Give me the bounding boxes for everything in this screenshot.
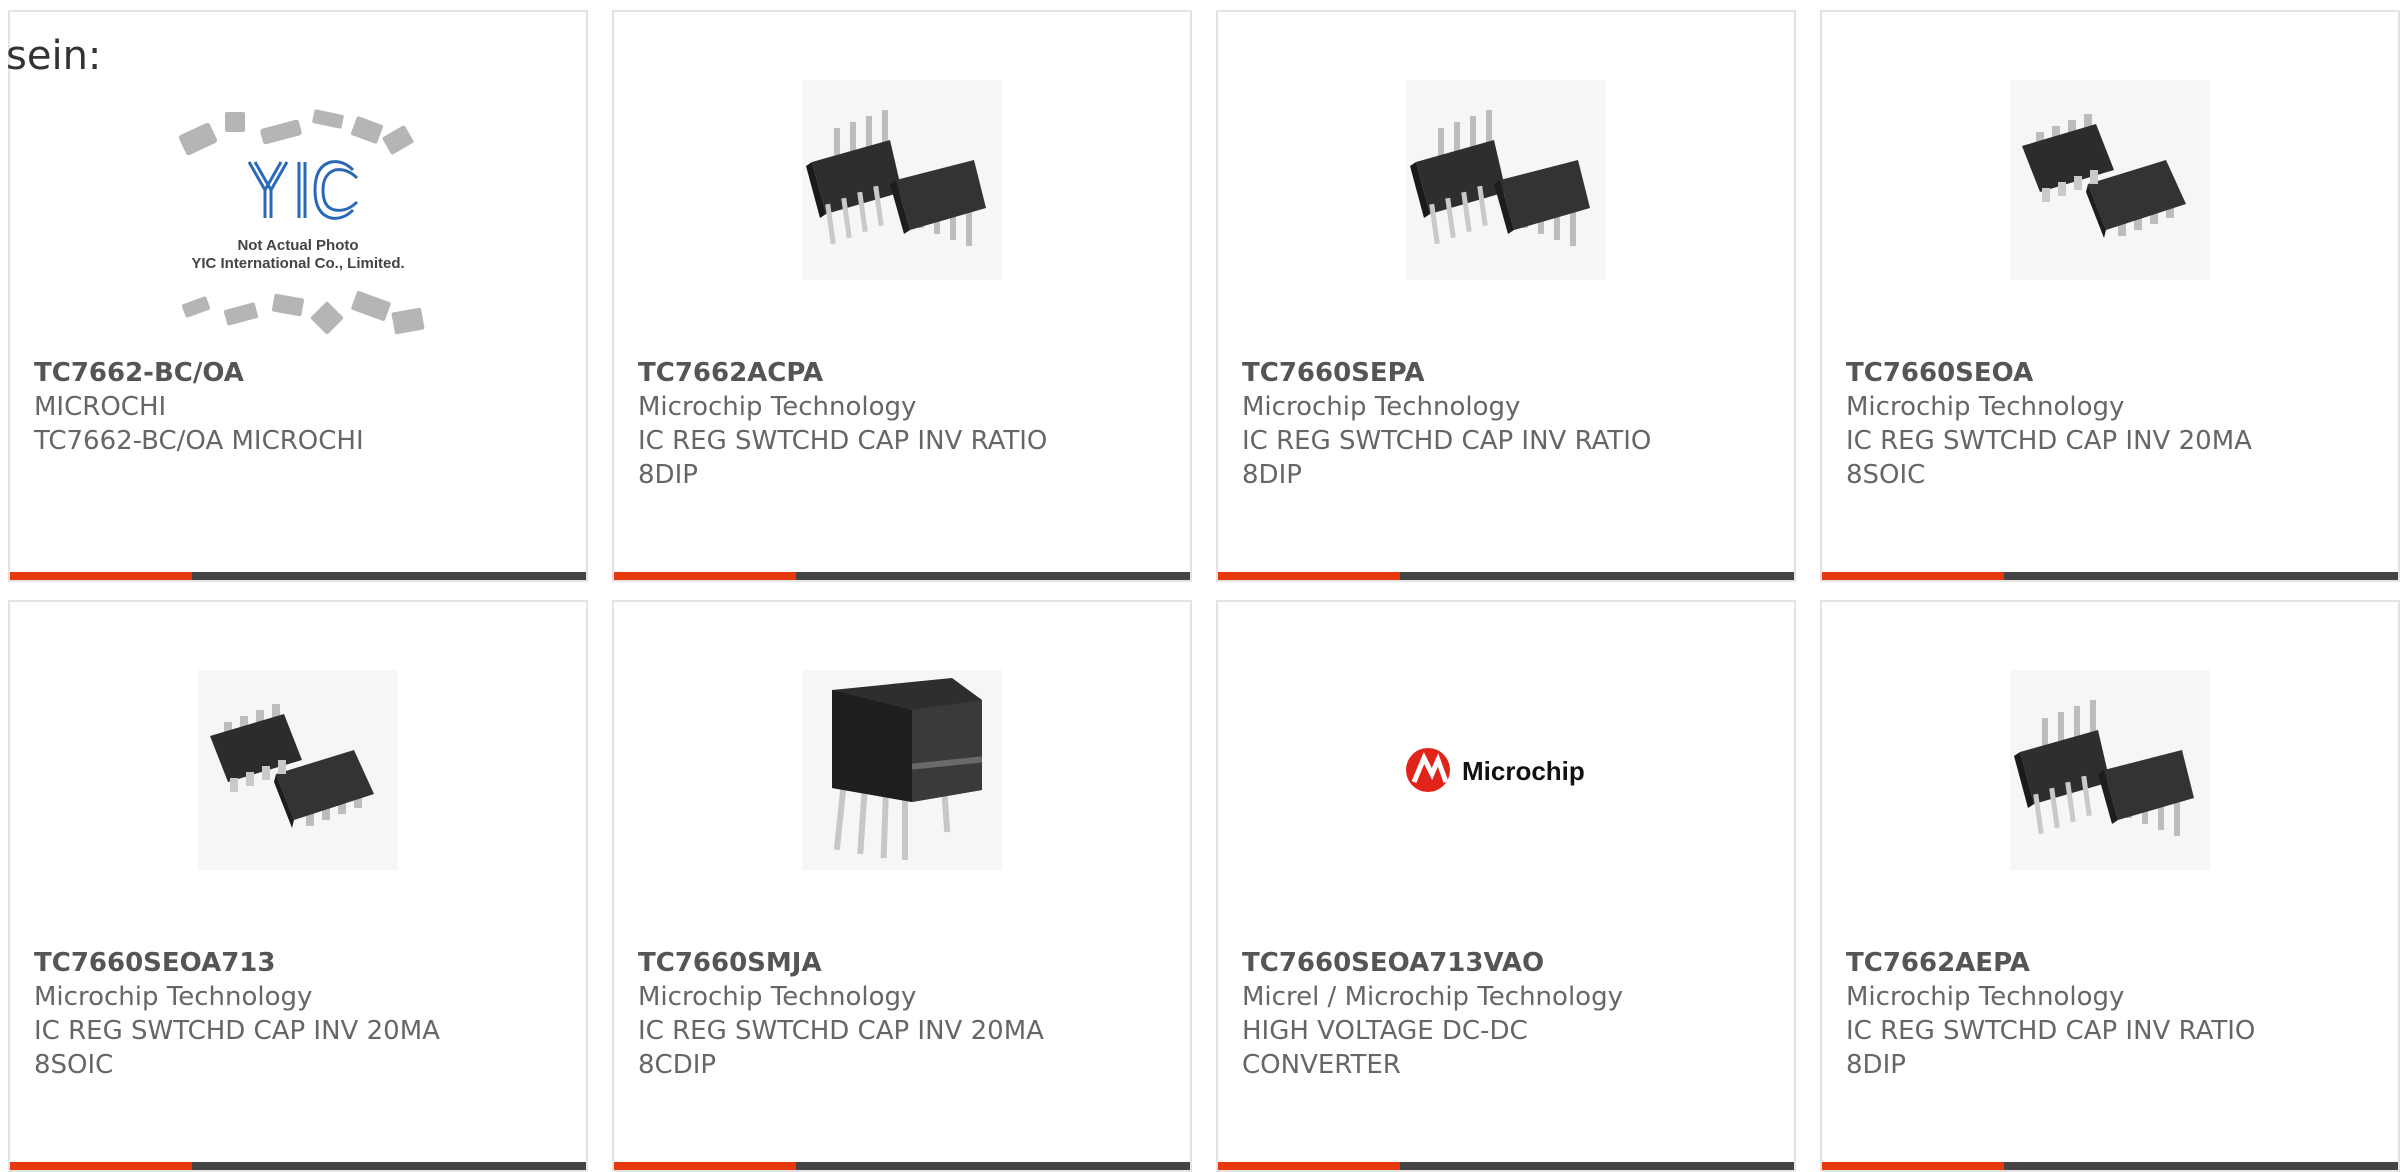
card-bottom-bar	[10, 572, 586, 580]
description: IC REG SWTCHD CAP INV 20MA 8SOIC	[1846, 426, 2252, 490]
product-info: TC7660SEOA713 Microchip Technology IC RE…	[34, 946, 566, 1082]
manufacturer: Microchip Technology	[1242, 392, 1521, 422]
part-number[interactable]: TC7660SEPA	[1242, 356, 1774, 390]
description: TC7662-BC/OA MICROCHI	[34, 426, 364, 456]
card-accent	[614, 1162, 796, 1170]
description: IC REG SWTCHD CAP INV 20MA 8SOIC	[34, 1016, 440, 1080]
card-accent	[1822, 1162, 2004, 1170]
part-number[interactable]: TC7660SEOA	[1846, 356, 2378, 390]
manufacturer: MICROCHI	[34, 392, 167, 422]
product-info: TC7660SEOA713VAO Micrel / Microchip Tech…	[1242, 946, 1774, 1082]
part-number[interactable]: TC7660SEOA713	[34, 946, 566, 980]
card-accent	[1218, 572, 1400, 580]
product-card[interactable]: Microchip TC7660SEOA713VAO Micrel / Micr…	[1216, 600, 1796, 1172]
product-card[interactable]: TC7660SEOA Microchip Technology IC REG S…	[1820, 10, 2400, 582]
product-photo	[1406, 80, 1606, 280]
description: IC REG SWTCHD CAP INV RATIO 8DIP	[638, 426, 1048, 490]
part-number[interactable]: TC7662-BC/OA	[34, 356, 566, 390]
product-grid: Not Actual Photo YIC International Co., …	[0, 0, 2400, 1172]
card-bottom-bar	[1218, 572, 1794, 580]
product-card[interactable]: Not Actual Photo YIC International Co., …	[8, 10, 588, 582]
description: IC REG SWTCHD CAP INV RATIO 8DIP	[1846, 1016, 2256, 1080]
manufacturer: Micrel / Microchip Technology	[1242, 982, 1623, 1012]
photo-caption-line1: Not Actual Photo	[237, 237, 358, 254]
product-photo	[802, 670, 1002, 870]
product-info: TC7660SMJA Microchip Technology IC REG S…	[638, 946, 1170, 1082]
card-accent	[614, 572, 796, 580]
card-accent	[1218, 1162, 1400, 1170]
card-accent	[1822, 572, 2004, 580]
product-info: TC7660SEPA Microchip Technology IC REG S…	[1242, 356, 1774, 492]
card-bottom-bar	[614, 572, 1190, 580]
product-photo	[2010, 670, 2210, 870]
product-info: TC7662-BC/OA MICROCHI TC7662-BC/OA MICRO…	[34, 356, 566, 458]
product-photo	[2010, 80, 2210, 280]
product-photo: Not Actual Photo YIC International Co., …	[153, 100, 443, 350]
card-accent	[10, 1162, 192, 1170]
photo-caption-line2: YIC International Co., Limited.	[191, 255, 404, 272]
product-card[interactable]: TC7660SEOA713 Microchip Technology IC RE…	[8, 600, 588, 1172]
product-card[interactable]: TC7660SMJA Microchip Technology IC REG S…	[612, 600, 1192, 1172]
product-photo: Microchip	[1406, 670, 1606, 870]
part-number[interactable]: TC7660SMJA	[638, 946, 1170, 980]
product-card[interactable]: TC7662ACPA Microchip Technology IC REG S…	[612, 10, 1192, 582]
description: HIGH VOLTAGE DC-DC CONVERTER	[1242, 1016, 1528, 1080]
microchip-logo-text: Microchip	[1462, 756, 1585, 786]
section-heading: sein:	[6, 33, 102, 79]
product-card[interactable]: TC7662AEPA Microchip Technology IC REG S…	[1820, 600, 2400, 1172]
part-number[interactable]: TC7660SEOA713VAO	[1242, 946, 1774, 980]
manufacturer: Microchip Technology	[638, 982, 917, 1012]
manufacturer: Microchip Technology	[1846, 982, 2125, 1012]
product-card[interactable]: TC7660SEPA Microchip Technology IC REG S…	[1216, 10, 1796, 582]
product-photo	[802, 80, 1002, 280]
card-bottom-bar	[10, 1162, 586, 1170]
card-bottom-bar	[1822, 1162, 2398, 1170]
manufacturer: Microchip Technology	[34, 982, 313, 1012]
part-number[interactable]: TC7662ACPA	[638, 356, 1170, 390]
product-info: TC7662ACPA Microchip Technology IC REG S…	[638, 356, 1170, 492]
product-info: TC7662AEPA Microchip Technology IC REG S…	[1846, 946, 2378, 1082]
card-bottom-bar	[1218, 1162, 1794, 1170]
manufacturer: Microchip Technology	[638, 392, 917, 422]
card-accent	[10, 572, 192, 580]
part-number[interactable]: TC7662AEPA	[1846, 946, 2378, 980]
description: IC REG SWTCHD CAP INV 20MA 8CDIP	[638, 1016, 1044, 1080]
product-photo	[198, 670, 398, 870]
description: IC REG SWTCHD CAP INV RATIO 8DIP	[1242, 426, 1652, 490]
card-bottom-bar	[614, 1162, 1190, 1170]
manufacturer: Microchip Technology	[1846, 392, 2125, 422]
product-info: TC7660SEOA Microchip Technology IC REG S…	[1846, 356, 2378, 492]
card-bottom-bar	[1822, 572, 2398, 580]
